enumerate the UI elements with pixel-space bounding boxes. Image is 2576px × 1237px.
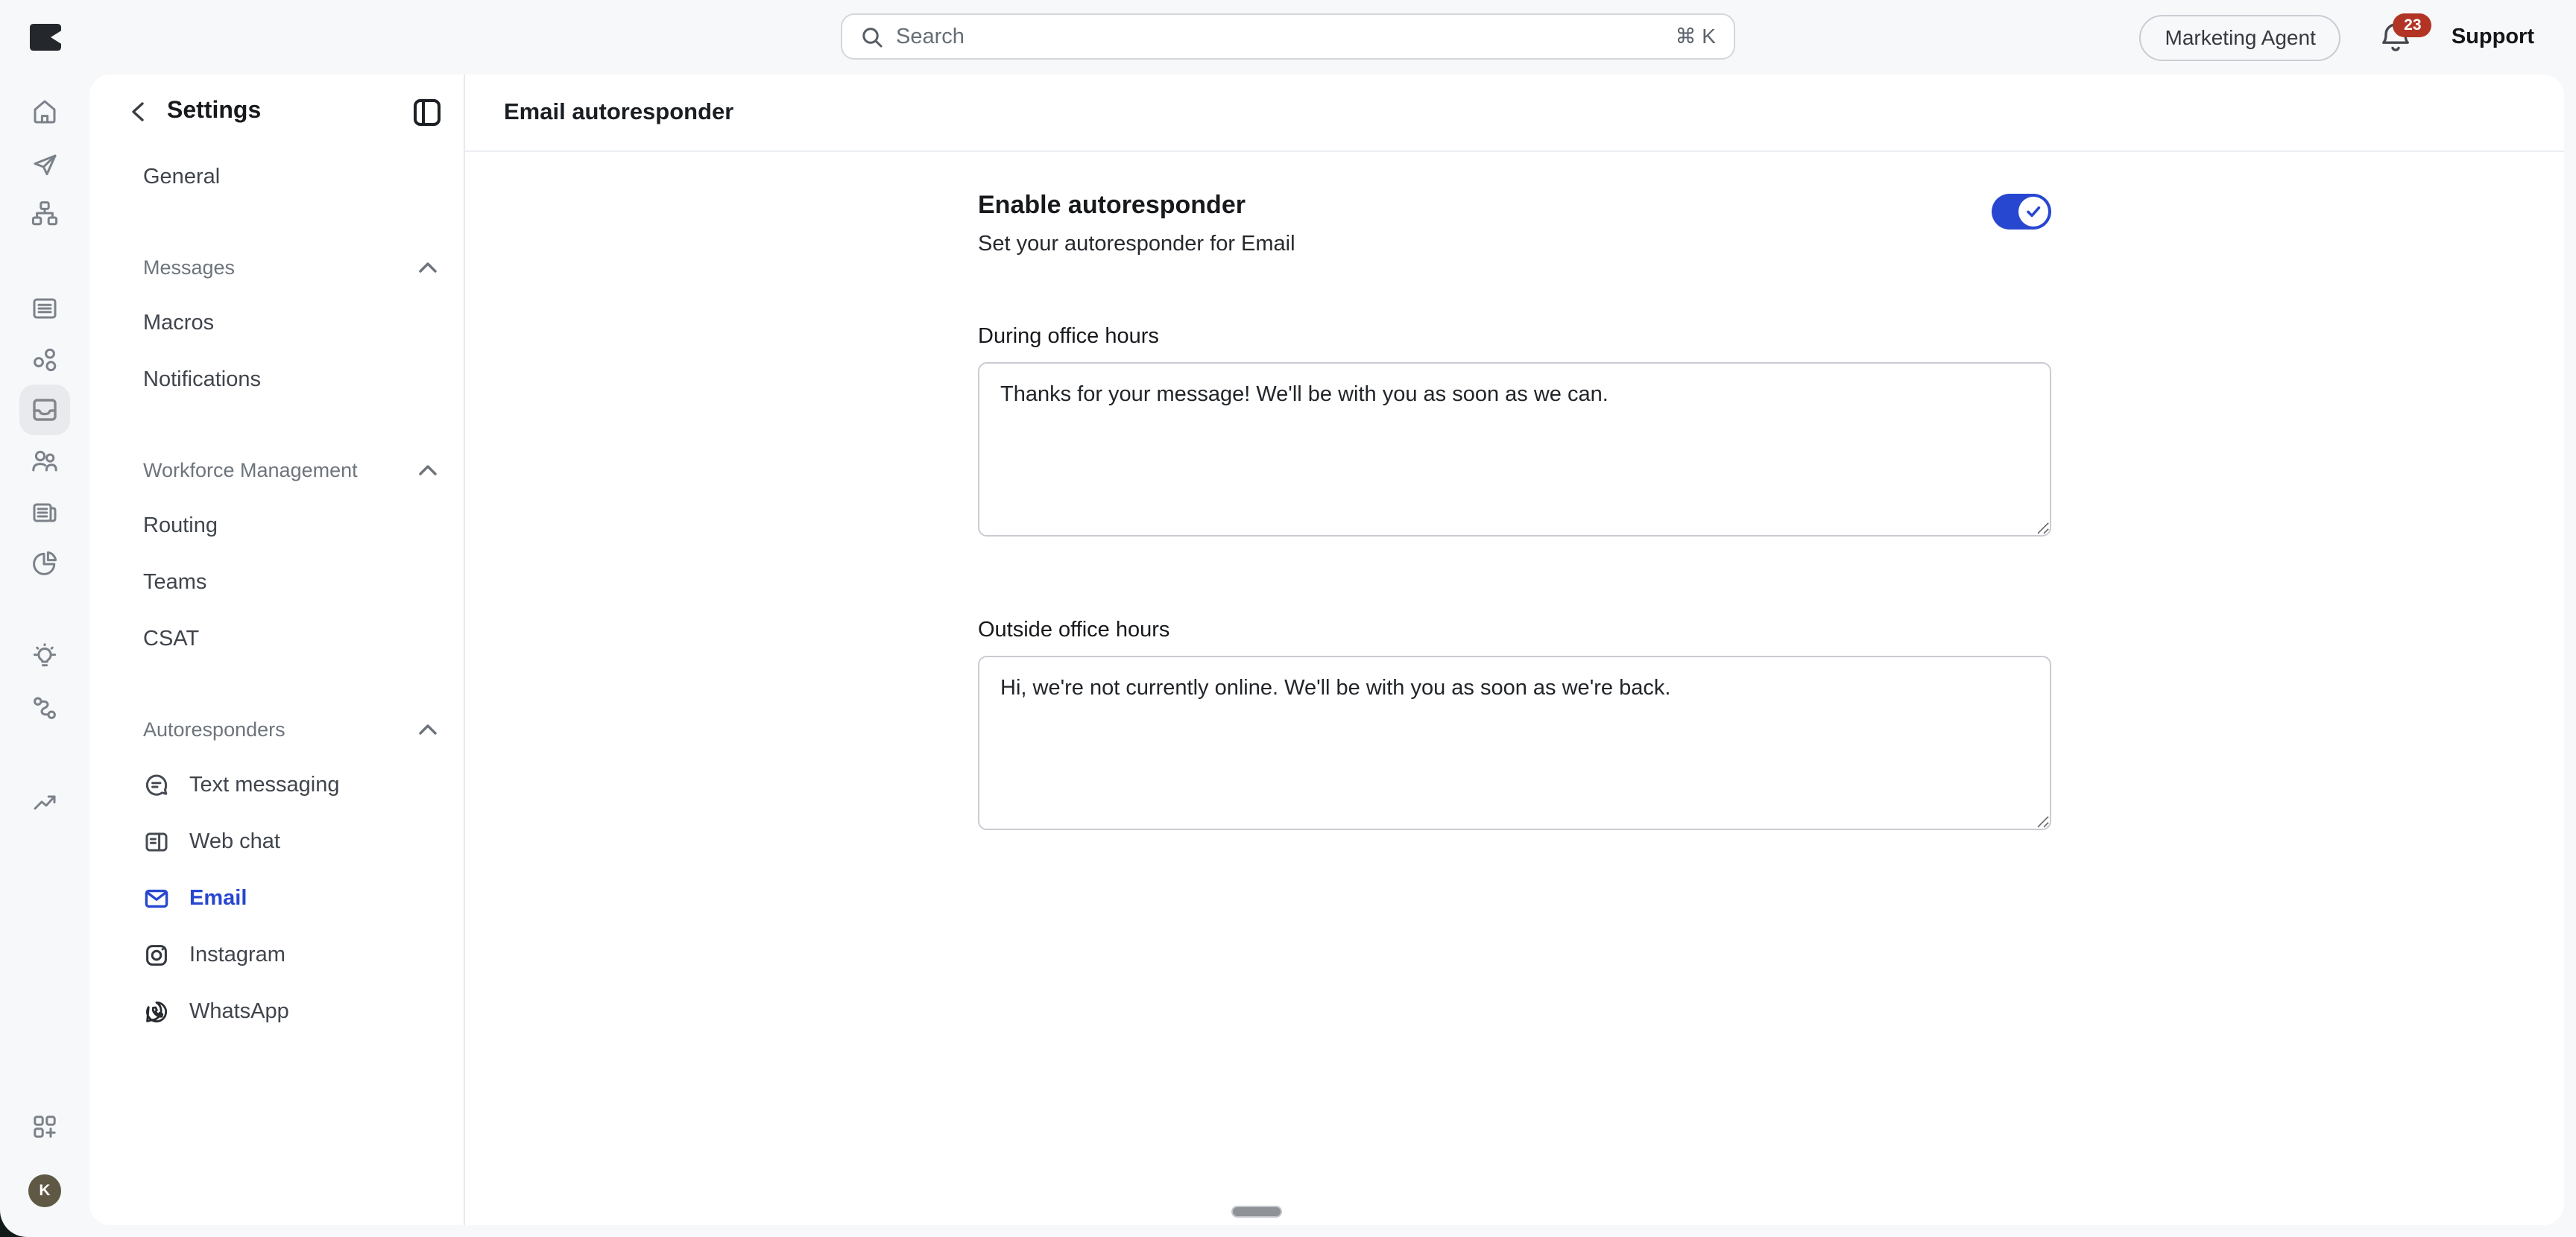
during-office-hours-textarea[interactable]: Thanks for your message! We'll be with y… [978, 362, 2051, 537]
sitemap-icon [30, 198, 60, 228]
enable-autoresponder-toggle[interactable] [1992, 194, 2051, 230]
settings-title: Settings [167, 98, 407, 125]
main-panel: Email autoresponder Enable autoresponder… [465, 75, 2564, 1225]
rail-sitemap-button[interactable] [19, 188, 70, 238]
home-icon [30, 97, 60, 127]
sidebar-section-autoresponders[interactable]: Autoresponders [119, 700, 446, 757]
sidebar-item-whatsapp[interactable]: WhatsApp [119, 984, 446, 1040]
rail-share-button[interactable] [19, 334, 70, 385]
rail-send-button[interactable] [19, 139, 70, 189]
autoresponder-form: Enable autoresponder Set your autorespon… [978, 191, 2051, 838]
screen: ⌘ K Marketing Agent 23 Support [0, 0, 2576, 1237]
logo-icon [30, 24, 61, 51]
sidebar-item-teams[interactable]: Teams [119, 554, 446, 611]
rail-insights-button[interactable] [19, 632, 70, 683]
search-input[interactable] [896, 25, 1664, 48]
support-link[interactable]: Support [2452, 25, 2534, 49]
search-icon [860, 25, 884, 48]
search-shortcut: ⌘ K [1676, 24, 1716, 49]
toggle-knob [2018, 197, 2048, 227]
rail-news-button[interactable] [19, 487, 70, 538]
rail-inbox-button[interactable] [19, 385, 70, 435]
sidebar-item-macros[interactable]: Macros [119, 295, 446, 352]
apps-plus-icon [30, 1112, 60, 1142]
main-header: Email autoresponder [465, 75, 2564, 152]
news-icon [30, 498, 60, 528]
outside-office-hours-textarea[interactable]: Hi, we're not currently online. We'll be… [978, 656, 2051, 830]
rail-analytics-button[interactable] [19, 778, 70, 829]
rail-route-button[interactable] [19, 683, 70, 733]
page-title: Email autoresponder [504, 99, 733, 126]
enable-autoresponder-subtitle: Set your autoresponder for Email [978, 232, 1295, 256]
web-chat-icon [143, 829, 170, 855]
sidebar-item-routing[interactable]: Routing [119, 498, 446, 554]
app-window: ⌘ K Marketing Agent 23 Support [0, 0, 2576, 1237]
during-office-hours-field: During office hours Thanks for your mess… [978, 325, 2051, 544]
chevron-up-icon [419, 262, 437, 272]
settings-header: Settings [119, 89, 446, 134]
enable-autoresponder-text: Enable autoresponder Set your autorespon… [978, 191, 1295, 256]
rail-users-button[interactable] [19, 435, 70, 486]
sidebar-item-general[interactable]: General [119, 149, 446, 206]
settings-nav-list: General Messages Macros Notifications Wo… [119, 149, 446, 1040]
search-box[interactable]: ⌘ K [841, 13, 1735, 60]
rail-apps-button[interactable] [19, 1101, 70, 1152]
pie-chart-icon [30, 548, 60, 578]
envelope-icon [143, 885, 170, 912]
share-nodes-icon [30, 344, 60, 374]
back-button[interactable] [119, 94, 155, 130]
notes-icon [30, 294, 60, 323]
topbar-right: Marketing Agent 23 Support [2140, 0, 2535, 75]
notification-badge: 23 [2393, 13, 2432, 37]
sidebar-section-messages[interactable]: Messages [119, 238, 446, 295]
sidebar-item-notifications[interactable]: Notifications [119, 352, 446, 408]
agent-role-button[interactable]: Marketing Agent [2140, 14, 2341, 60]
sidebar-item-csat[interactable]: CSAT [119, 611, 446, 668]
resize-handle[interactable] [1231, 1206, 1282, 1218]
chevron-up-icon [419, 464, 437, 475]
sidebar-item-label: Web chat [189, 830, 280, 854]
collapse-sidebar-button[interactable] [407, 92, 446, 131]
instagram-icon [143, 942, 170, 969]
chevron-left-icon [130, 101, 144, 122]
chat-bubble-icon [143, 772, 170, 799]
whatsapp-icon [143, 999, 170, 1025]
section-label: Workforce Management [143, 458, 358, 481]
topbar: ⌘ K Marketing Agent 23 Support [0, 0, 2576, 75]
check-icon [2024, 203, 2042, 221]
outside-office-hours-field: Outside office hours Hi, we're not curre… [978, 618, 2051, 838]
rail-reports-button[interactable] [19, 538, 70, 589]
lightbulb-icon [30, 642, 60, 672]
sidebar-section-workforce-management[interactable]: Workforce Management [119, 441, 446, 498]
sidebar-item-label: Email [189, 887, 247, 911]
sidebar-item-label: WhatsApp [189, 1000, 289, 1024]
sidebar-item-label: Instagram [189, 943, 285, 967]
users-icon [30, 446, 60, 475]
settings-card: Settings General Messages Macros Notific… [89, 75, 2564, 1225]
section-label: Autoresponders [143, 718, 285, 740]
trending-up-icon [30, 788, 60, 818]
rail-notes-button[interactable] [19, 283, 70, 334]
chevron-up-icon [419, 724, 437, 734]
section-label: Messages [143, 256, 235, 278]
enable-autoresponder-title: Enable autoresponder [978, 191, 1295, 221]
sidebar-item-instagram[interactable]: Instagram [119, 927, 446, 984]
rail-home-button[interactable] [19, 86, 70, 137]
panel-collapse-icon [412, 98, 441, 126]
user-avatar[interactable]: K [28, 1174, 61, 1207]
sidebar-item-label: Text messaging [189, 773, 340, 797]
outside-office-hours-label: Outside office hours [978, 618, 2051, 642]
send-icon [30, 149, 60, 179]
notifications-button[interactable]: 23 [2380, 19, 2413, 55]
sidebar-item-text-messaging[interactable]: Text messaging [119, 757, 446, 814]
sidebar-item-web-chat[interactable]: Web chat [119, 814, 446, 870]
kustomer-logo[interactable] [30, 24, 61, 51]
enable-autoresponder-row: Enable autoresponder Set your autorespon… [978, 191, 2051, 256]
during-office-hours-label: During office hours [978, 325, 2051, 349]
inbox-icon [30, 395, 60, 425]
route-icon [30, 693, 60, 723]
sidebar-item-email[interactable]: Email [119, 870, 446, 927]
settings-sidebar: Settings General Messages Macros Notific… [89, 75, 465, 1225]
